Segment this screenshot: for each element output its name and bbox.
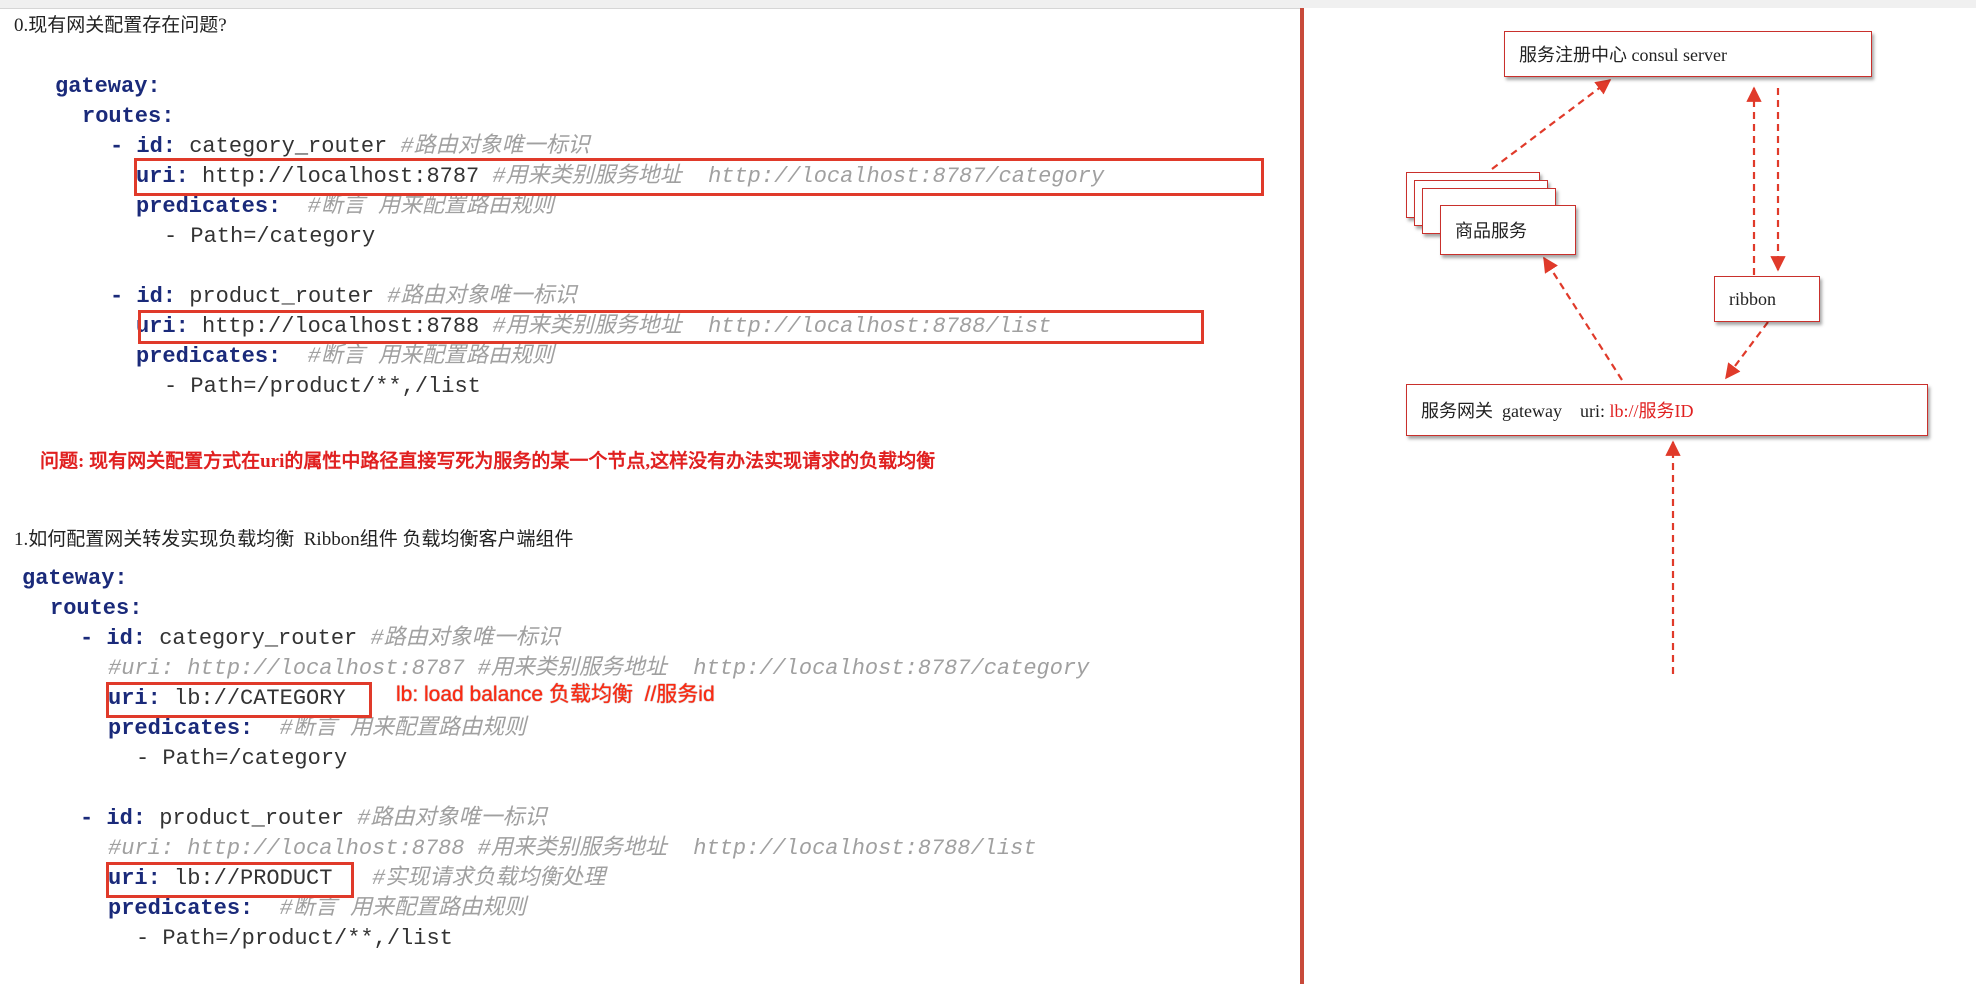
s1-r2-commented-uri-text: #uri: http://localhost:8788 #用来类别服务地址 ht… bbox=[108, 836, 1037, 861]
s1-r2-uri-comment: #实现请求负载均衡处理 bbox=[372, 866, 606, 891]
s0-r2-id-comment: #路由对象唯一标识 bbox=[387, 284, 577, 309]
registry-label: 服务注册中心 consul server bbox=[1519, 45, 1727, 65]
s0-uri2-highlight-box bbox=[138, 310, 1204, 344]
s1-r1-id-key: - id: bbox=[80, 626, 147, 651]
s1-r2-id-key: - id: bbox=[80, 806, 147, 831]
s1-routes-key: routes: bbox=[50, 594, 142, 624]
s1-route1-path: - Path=/category bbox=[136, 746, 348, 771]
s1-gateway-key: gateway: bbox=[22, 564, 128, 594]
gateway-box: 服务网关 gateway uri: lb://服务ID bbox=[1406, 384, 1928, 436]
s1-r2-pred-comment: #断言 用来配置路由规则 bbox=[279, 896, 527, 921]
registry-box: 服务注册中心 consul server bbox=[1504, 31, 1872, 77]
s1-route1-id-line: - id: category_router #路由对象唯一标识 bbox=[80, 624, 560, 654]
architecture-diagram: 服务注册中心 consul server 商品服务 ribbon 服务网关 ga… bbox=[1304, 8, 1976, 984]
s0-routes-key: routes: bbox=[82, 102, 174, 132]
s0-route2-path: - Path=/product/**,/list bbox=[164, 374, 481, 399]
section0-heading: 0.现有网关配置存在问题? bbox=[14, 15, 227, 36]
ribbon-box: ribbon bbox=[1714, 276, 1820, 322]
section1-heading: 1.如何配置网关转发实现负载均衡 Ribbon组件 负载均衡客户端组件 bbox=[14, 529, 574, 550]
s0-r1-id-key: - id: bbox=[110, 134, 177, 159]
s0-r2-id-value: product_router bbox=[189, 284, 375, 309]
s0-r1-id-comment: #路由对象唯一标识 bbox=[400, 134, 590, 159]
diagram-arrows bbox=[1491, 79, 1786, 674]
product-service-box: 商品服务 bbox=[1440, 205, 1576, 255]
s1-route2-commented-uri: #uri: http://localhost:8788 #用来类别服务地址 ht… bbox=[108, 834, 1037, 864]
s1-uri1-highlight-box bbox=[106, 682, 372, 718]
s0-r1-pred-comment: #断言 用来配置路由规则 bbox=[307, 194, 555, 219]
s1-route2-id-line: - id: product_router #路由对象唯一标识 bbox=[80, 804, 546, 834]
notes-panel: 0.现有网关配置存在问题? gateway: routes: - id: cat… bbox=[0, 8, 1298, 984]
s0-route1-predicates-line: predicates: #断言 用来配置路由规则 bbox=[136, 192, 554, 222]
s1-r1-id-comment: #路由对象唯一标识 bbox=[370, 626, 560, 651]
arrow-ribbon-to-gateway bbox=[1725, 321, 1769, 380]
s1-route2-path: - Path=/product/**,/list bbox=[136, 926, 453, 951]
s1-uri2-highlight-box bbox=[106, 862, 354, 898]
s1-route1-predicates-line: predicates: #断言 用来配置路由规则 bbox=[108, 714, 526, 744]
s1-r2-id-comment: #路由对象唯一标识 bbox=[357, 806, 547, 831]
s0-r2-id-key: - id: bbox=[110, 284, 177, 309]
product-service-label: 商品服务 bbox=[1455, 221, 1527, 241]
gateway-label: 服务网关 gateway uri: bbox=[1421, 401, 1610, 421]
s1-r1-pred-key: predicates: bbox=[108, 716, 254, 741]
s0-gateway-key: gateway: bbox=[55, 72, 161, 102]
load-balance-annotation: lb: load balance 负载均衡 //服务id bbox=[396, 683, 715, 706]
s0-route1-path: - Path=/category bbox=[164, 224, 376, 249]
s0-gateway-text: gateway: bbox=[55, 74, 161, 99]
s1-r2-id-value: product_router bbox=[159, 806, 345, 831]
gateway-uri: lb://服务ID bbox=[1609, 401, 1694, 421]
s0-r1-id-value: category_router bbox=[189, 134, 388, 159]
s0-r1-pred-key: predicates: bbox=[136, 194, 282, 219]
s1-r1-id-value: category_router bbox=[159, 626, 358, 651]
arrow-service-to-registry bbox=[1491, 79, 1612, 170]
s0-route2-predicates-line: predicates: #断言 用来配置路由规则 bbox=[136, 342, 554, 372]
s1-routes-text: routes: bbox=[50, 596, 143, 621]
s1-route2-predicates-line: predicates: #断言 用来配置路由规则 bbox=[108, 894, 526, 924]
s1-r1-pred-comment: #断言 用来配置路由规则 bbox=[279, 716, 527, 741]
s0-routes-text: routes: bbox=[82, 104, 175, 129]
s1-gateway-text: gateway: bbox=[22, 566, 128, 591]
s0-r2-pred-comment: #断言 用来配置路由规则 bbox=[307, 344, 555, 369]
ribbon-label: ribbon bbox=[1729, 288, 1776, 309]
s0-route2-id-line: - id: product_router #路由对象唯一标识 bbox=[110, 282, 576, 312]
s0-r2-pred-key: predicates: bbox=[136, 344, 282, 369]
s1-r2-pred-key: predicates: bbox=[108, 896, 254, 921]
arrow-gateway-to-service bbox=[1543, 256, 1623, 381]
s0-uri1-highlight-box bbox=[134, 158, 1264, 196]
problem-statement: 问题: 现有网关配置方式在uri的属性中路径直接写死为服务的某一个节点,这样没有… bbox=[40, 451, 936, 472]
